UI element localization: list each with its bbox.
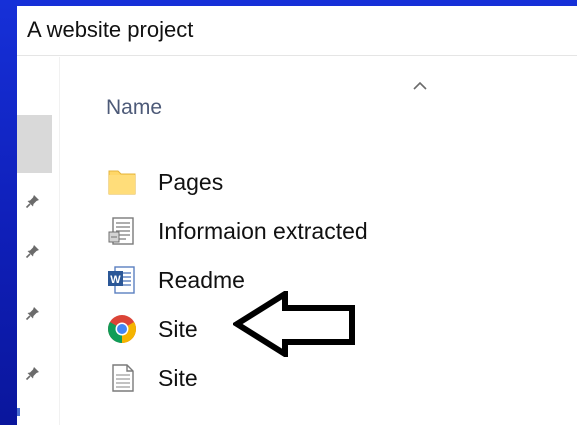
folder-icon [108, 170, 136, 195]
file-list: Pages Informaion extracted W Readme Site… [60, 57, 577, 425]
nav-edge-marker [17, 408, 20, 416]
nav-selected-item[interactable] [17, 115, 52, 173]
file-name: Pages [158, 169, 224, 195]
title-bar: A website project [17, 6, 577, 56]
navigation-pane [17, 57, 60, 425]
file-name: Readme [158, 267, 245, 293]
left-arrow-icon [233, 291, 355, 357]
pin-icon[interactable] [25, 305, 41, 321]
file-item-site-file[interactable]: Site [106, 357, 446, 399]
svg-text:W: W [110, 274, 121, 286]
chrome-icon [108, 315, 136, 343]
window-title: A website project [27, 17, 194, 42]
file-name: Site [158, 316, 198, 342]
word-document-icon: W [108, 266, 135, 294]
pin-icon[interactable] [25, 365, 41, 381]
text-document-icon [108, 217, 134, 245]
file-item-informaion-extracted[interactable]: Informaion extracted [106, 210, 446, 252]
file-list-pane: Name Pages Informaion extracted W Readme… [60, 57, 577, 425]
pin-icon[interactable] [25, 243, 41, 259]
file-name: Site [158, 365, 198, 391]
plain-file-icon [112, 364, 134, 392]
file-name: Informaion extracted [158, 218, 368, 244]
file-explorer-window: A website project Name Pages Informaion … [17, 6, 577, 425]
pin-icon[interactable] [25, 193, 41, 209]
file-item-pages[interactable]: Pages [106, 161, 446, 203]
